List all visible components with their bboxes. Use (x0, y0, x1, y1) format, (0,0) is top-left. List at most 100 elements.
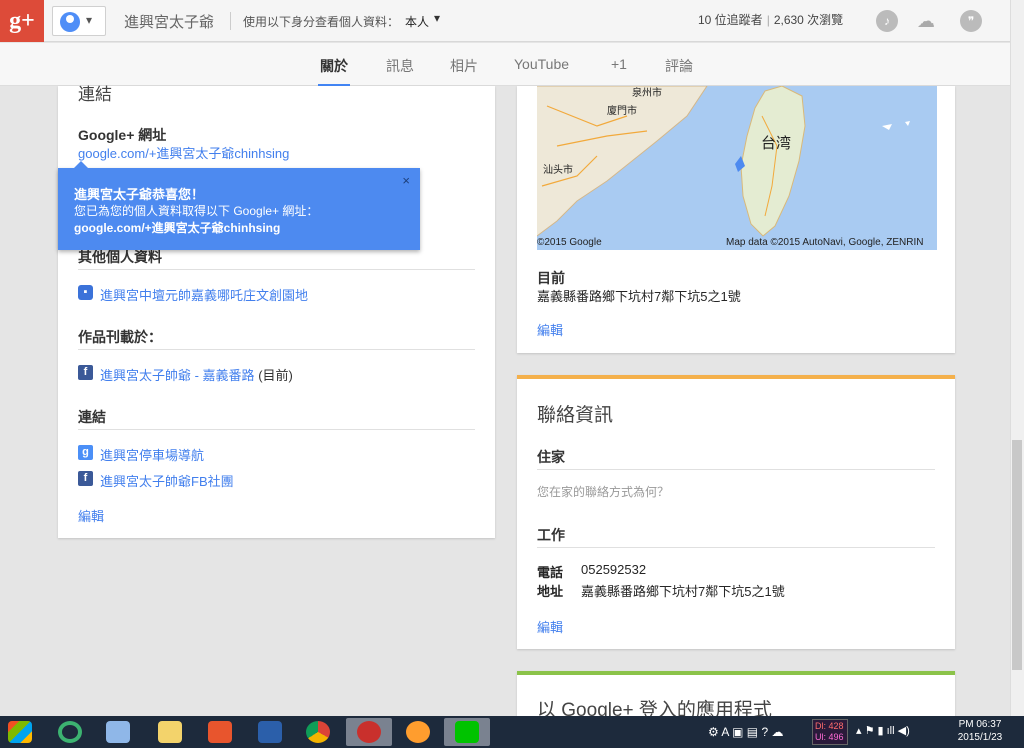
places-card: 泉州市 廈門市 汕头市 台湾 ©2015 Google Map data ©20… (517, 86, 955, 353)
gplus-logo[interactable]: g+ (0, 0, 44, 42)
tab-photos[interactable]: 相片 (450, 56, 478, 76)
network-meter: Dl: 428 Ul: 496 (812, 719, 848, 745)
edit-link[interactable]: 編輯 (537, 320, 563, 339)
map-label: 廈門市 (607, 106, 637, 117)
gplus-url-label: Google+ 網址 (78, 127, 167, 143)
taskbar-app[interactable] (252, 718, 288, 746)
comment-quote-icon[interactable]: ❞ (960, 10, 982, 32)
followers-count: 10 位追蹤者 (698, 13, 763, 27)
tray-icons: ⚙ A ▣ ▤ ? ☁ (708, 725, 784, 739)
windows-taskbar: ⚙ A ▣ ▤ ? ☁ Dl: 428 Ul: 496 ▴ ⚑ ▮ ıll ◀) (0, 716, 1024, 748)
system-tray-icons[interactable]: ⚙ A ▣ ▤ ? ☁ (708, 724, 798, 740)
google-link-icon: g (78, 445, 93, 460)
chevron-down-icon: ▾ (86, 13, 93, 27)
taskbar-app[interactable] (400, 718, 436, 746)
edit-link[interactable]: 編輯 (537, 617, 563, 636)
address-label: 地址 (537, 584, 564, 599)
tray-controls[interactable]: ▴ ⚑ ▮ ıll ◀) (856, 724, 910, 737)
divider (537, 547, 935, 548)
map-label: 台湾 (761, 135, 792, 152)
account-switcher-button[interactable]: ▾ (52, 6, 106, 36)
computer-icon (106, 721, 130, 743)
contributor-title: 作品刊載於： (78, 329, 162, 345)
taskbar-clock[interactable]: PM 06:37 2015/1/23 (955, 718, 1005, 744)
taskbar-app[interactable] (300, 718, 336, 746)
links-card: 連結 Google+ 網址 google.com/+進興宮太子爺chinhsin… (58, 85, 495, 538)
notification-title: 進興宮太子爺恭喜您！ (74, 187, 205, 202)
phone-value: 052592532 (581, 562, 647, 577)
word-icon (258, 721, 282, 743)
home-placeholder: 您在家的聯絡方式為何？ (537, 485, 670, 499)
profile-tab-bar: 關於 訊息 相片 YouTube +1 評論 (0, 43, 1010, 86)
taskbar-app[interactable] (100, 718, 136, 746)
address-value: 嘉義縣番路鄉下坑村7鄰下坑5之1號 (581, 584, 785, 599)
line-icon (455, 721, 479, 743)
taskbar-app[interactable] (152, 718, 188, 746)
facebook-icon: f (78, 365, 93, 380)
view-as-label: 使用以下身分查看個人資料： (243, 15, 400, 29)
page-name: 進興宮太子爺 (124, 14, 215, 31)
top-bar: g+ ▾ 進興宮太子爺 使用以下身分查看個人資料： 本人 ▾ 10 位追蹤者 | 2… (0, 0, 1010, 42)
notification-body: 您已為您的個人資料取得以下 Google+ 網址： (74, 204, 319, 218)
taskbar-app[interactable] (52, 718, 88, 746)
custom-url-notification: 進興宮太子爺恭喜您！ 您已為您的個人資料取得以下 Google+ 網址： goo… (58, 161, 420, 250)
download-rate: Dl: 428 (815, 721, 844, 731)
divider (78, 349, 475, 350)
divider (230, 12, 231, 30)
start-button[interactable] (2, 718, 38, 746)
upload-rate: Ul: 496 (815, 732, 844, 742)
tab-youtube[interactable]: YouTube (514, 56, 569, 72)
folder-icon (158, 721, 182, 743)
tab-about[interactable]: 關於 (320, 56, 348, 76)
home-label: 住家 (537, 449, 565, 465)
notifications-bell-icon[interactable]: ♪ (876, 10, 898, 32)
presentation-icon (208, 721, 232, 743)
chat-icon: ▪ (78, 285, 93, 300)
map-data-attribution: Map data ©2015 AutoNavi, Google, ZENRIN (726, 237, 924, 248)
location-label: 目前 (537, 270, 565, 286)
taskbar-app-active[interactable] (346, 718, 392, 746)
close-icon[interactable]: × (402, 173, 410, 188)
contributor-link[interactable]: 進興宮太子帥爺 - 嘉義番路 (100, 368, 255, 383)
profile-stats: 10 位追蹤者 | 2,630 次瀏覽 (698, 11, 843, 28)
clock-time: PM 06:37 (958, 719, 1002, 730)
contact-info-card: 聯絡資訊 住家 您在家的聯絡方式為何？ 工作 電話 052592532 地址 嘉… (517, 375, 955, 649)
divider (78, 429, 475, 430)
views-count: 2,630 次瀏覽 (773, 13, 844, 27)
taskbar-app-line[interactable] (444, 718, 490, 746)
orange-app-icon (406, 721, 430, 743)
notification-url: google.com/+進興宮太子爺chinhsing (74, 221, 281, 235)
divider (78, 269, 475, 270)
link-item[interactable]: 進興宮太子帥爺FB社團 (100, 471, 234, 490)
edit-link[interactable]: 編輯 (78, 506, 104, 525)
location-address: 嘉義縣番路鄉下坑村7鄰下坑5之1號 (537, 289, 741, 304)
chrome-icon (306, 721, 330, 743)
map-view[interactable]: 泉州市 廈門市 汕头市 台湾 ©2015 Google Map data ©20… (537, 86, 937, 250)
other-profiles-title: 其他個人資料 (78, 249, 162, 265)
card-title: 聯絡資訊 (537, 405, 614, 426)
tab-reviews[interactable]: 評論 (665, 56, 693, 76)
facebook-icon: f (78, 471, 93, 486)
map-label: 泉州市 (632, 88, 662, 99)
phone-label: 電話 (537, 565, 564, 580)
contributor-suffix: (目前) (258, 368, 293, 383)
windows-logo-icon (8, 721, 32, 743)
tab-plus-one[interactable]: +1 (611, 56, 627, 72)
scrollbar-thumb[interactable] (1012, 440, 1022, 670)
view-as-value[interactable]: 本人 (405, 13, 429, 30)
gplus-url-link[interactable]: google.com/+進興宮太子爺chinhsing (78, 143, 289, 162)
clock-date: 2015/1/23 (957, 732, 1003, 743)
links-section-title: 連結 (78, 409, 106, 425)
ring-app-icon (58, 721, 82, 743)
contributor-item: 進興宮太子帥爺 - 嘉義番路 (目前) (100, 365, 293, 384)
tab-posts[interactable]: 訊息 (386, 56, 414, 76)
view-as-chevron-icon[interactable]: ▾ (434, 11, 440, 25)
other-profile-link[interactable]: 進興宮中壇元帥嘉義哪吒庄文創園地 (100, 285, 308, 304)
link-item[interactable]: 進興宮停車場導航 (100, 445, 204, 464)
card-title: 連結 (78, 85, 112, 104)
share-icon[interactable]: ☁ (915, 10, 937, 32)
taskbar-app[interactable] (202, 718, 238, 746)
red-app-icon (357, 721, 381, 743)
map-copyright: ©2015 Google (537, 237, 602, 248)
divider: | (766, 13, 770, 27)
